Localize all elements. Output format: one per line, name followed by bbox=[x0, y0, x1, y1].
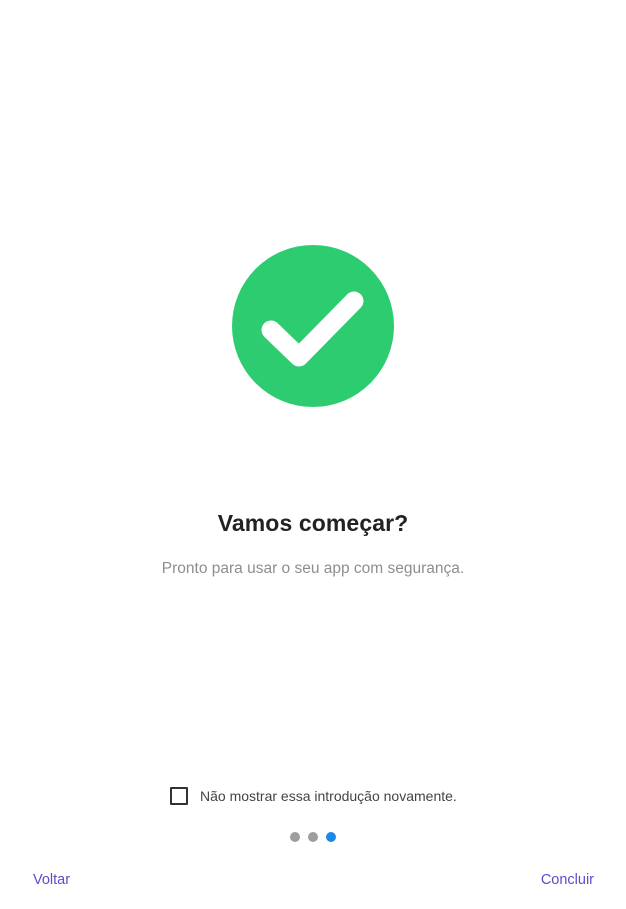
onboarding-screen: Vamos começar? Pronto para usar o seu ap… bbox=[0, 0, 626, 909]
page-indicator-dot-1[interactable] bbox=[290, 832, 300, 842]
dont-show-again-label[interactable]: Não mostrar essa introdução novamente. bbox=[200, 788, 457, 804]
dont-show-again-checkbox[interactable] bbox=[170, 787, 188, 805]
page-title: Vamos começar? bbox=[217, 510, 409, 536]
page-indicator-dot-2[interactable] bbox=[308, 832, 318, 842]
dont-show-again-option[interactable]: Não mostrar essa introdução novamente. bbox=[170, 786, 457, 806]
back-button[interactable]: Voltar bbox=[33, 872, 70, 888]
finish-button[interactable]: Concluir bbox=[541, 872, 594, 888]
check-circle-icon bbox=[232, 245, 394, 407]
page-subtitle: Pronto para usar o seu app com segurança… bbox=[161, 560, 465, 577]
page-indicator-dot-3[interactable] bbox=[326, 832, 336, 842]
page-indicator bbox=[290, 832, 336, 842]
